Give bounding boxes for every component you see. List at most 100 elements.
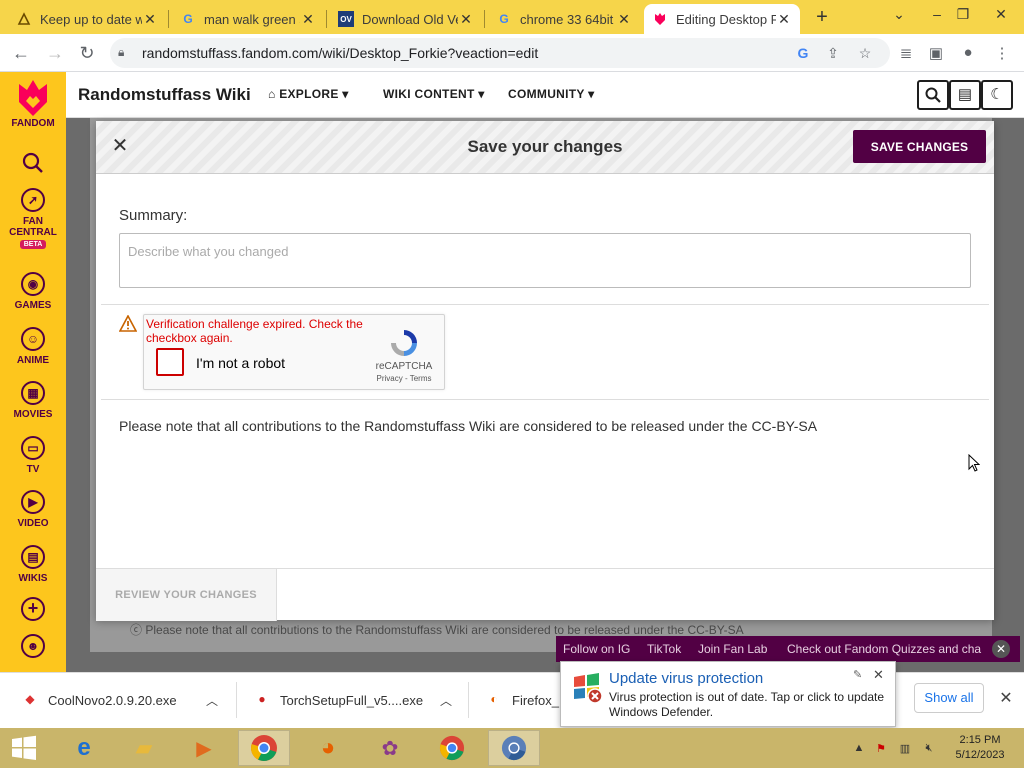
rail-item-video[interactable]: ▶ VIDEO [0,490,66,529]
tab-download-old-version[interactable]: OV Download Old Ve ✕ [330,4,482,34]
show-hidden-icons-chevron-icon[interactable]: ▲ [852,742,866,756]
chevron-up-icon[interactable]: ︿ [206,692,218,709]
clock-time: 2:15 PM [959,734,1001,746]
bookmark-star-icon[interactable]: ☆ [856,45,874,63]
rail-item-tv[interactable]: ▭ TV [0,436,66,475]
recaptcha-checkbox[interactable] [156,348,184,376]
network-icon[interactable]: ▥ [898,742,912,756]
close-icon[interactable]: ✕ [776,11,792,28]
chromium-icon [501,735,527,761]
footer-link-tiktok[interactable]: TikTok [647,642,681,656]
forward-button[interactable]: → [42,40,68,66]
divider [101,399,989,400]
nav-explore[interactable]: ⌂ EXPLORE ▾ [268,87,349,101]
tab-separator [168,10,169,28]
close-icon[interactable]: ✕ [992,640,1010,658]
fandom-tab-icon [16,11,32,27]
close-icon[interactable]: ✕ [458,11,474,28]
taskbar-chrome-alt[interactable] [426,730,478,766]
rocket-icon: ➚ [21,188,45,212]
footer-link-quizzes[interactable]: Check out Fandom Quizzes and cha [787,642,987,656]
volume-muted-icon[interactable]: 🔇︎ [922,742,936,756]
taskbar-clock[interactable]: 2:15 PM 5/12/2023 [948,733,1012,763]
theme-toggle-button[interactable]: ☾ [981,80,1013,110]
menu-kebab-icon[interactable]: ⋮ [992,44,1012,64]
summary-input[interactable] [119,233,971,288]
rail-item-wikis[interactable]: ▤ WIKIS [0,545,66,584]
tab-keep-up-to-date[interactable]: Keep up to date w ✕ [8,4,166,34]
taskbar-firefox[interactable]: ◕ [302,730,354,766]
tab-editing-desktop[interactable]: Editing Desktop F ✕ [644,4,800,34]
lock-icon[interactable]: 🔒︎ [118,45,134,61]
nav-community[interactable]: COMMUNITY ▾ [508,87,594,101]
clapperboard-icon: ▦ [21,381,45,405]
download-item-coolnovo[interactable]: ◆ CoolNovo2.0.9.20.exe ︿ [22,672,232,728]
close-icon[interactable]: ✕ [873,667,884,683]
windows-logo-icon [12,735,36,760]
download-filename: TorchSetupFull_v5....exe [280,692,424,708]
compass-icon: ⌂ [268,87,280,101]
taskbar-app-butterfly[interactable]: ✿ [364,730,416,766]
tab-search-chevron-icon[interactable]: ⌄ [882,0,916,30]
mouse-cursor-icon [968,454,980,472]
rail-item-anime[interactable]: ☺ ANIME [0,327,66,366]
window-close-button[interactable]: ✕ [984,0,1018,30]
reading-list-icon[interactable]: ≣ [896,44,916,64]
reload-button[interactable]: ↻ [74,40,100,66]
close-icon[interactable]: ✕ [142,11,158,28]
restore-button[interactable]: ❐ [946,0,980,30]
wiki-name[interactable]: Randomstuffass Wiki [78,85,251,105]
save-changes-button[interactable]: SAVE CHANGES [853,130,986,163]
background-license-text: Please note that all contributions to th… [145,623,744,637]
folder-icon: ▰ [135,735,153,760]
close-icon[interactable]: ✕ [300,11,316,28]
nav-wiki-content[interactable]: WIKI CONTENT ▾ [383,87,485,101]
defender-notification[interactable]: Update virus protection Virus protection… [560,661,896,727]
taskbar-internet-explorer[interactable]: e [58,730,110,766]
address-bar[interactable]: 🔒︎ randomstuffass.fandom.com/wiki/Deskto… [110,38,890,68]
download-item-torch[interactable]: ● TorchSetupFull_v5....exe ︿ [254,672,464,728]
rail-item-games[interactable]: ◉ GAMES [0,272,66,311]
rail-item-movies[interactable]: ▦ MOVIES [0,381,66,420]
url-text: randomstuffass.fandom.com/wiki/Desktop_F… [142,45,539,61]
play-icon: ▶ [21,490,45,514]
download-item-firefox[interactable]: ◐ Firefox_ [486,672,566,728]
show-all-downloads-button[interactable]: Show all [914,683,984,713]
chevron-up-icon[interactable]: ︿ [440,692,452,709]
profile-icon[interactable]: ● [958,44,978,64]
footer-link-fan-lab[interactable]: Join Fan Lab [698,642,767,656]
rail-create-button[interactable]: + [0,597,66,625]
taskbar-chromium[interactable] [488,730,540,766]
taskbar-media-player[interactable]: ▶ [178,730,230,766]
new-tab-button[interactable]: + [812,4,832,32]
tab-man-walk-green[interactable]: G man walk green s ✕ [172,4,324,34]
warning-icon [118,314,138,333]
share-icon[interactable]: ⇪ [824,45,842,63]
browser-toolbar: ← → ↻ 🔒︎ randomstuffass.fandom.com/wiki/… [0,34,1024,72]
start-button[interactable] [0,730,48,766]
rail-search[interactable] [0,152,66,174]
taskbar-chrome[interactable] [238,730,290,766]
side-panel-icon[interactable]: ▣ [926,44,946,64]
save-changes-dialog: ✕ Save your changes SAVE CHANGES Summary… [96,121,994,621]
back-button[interactable]: ← [8,40,34,66]
wiki-search-button[interactable] [917,80,949,110]
recaptcha-privacy-terms[interactable]: Privacy - Terms [372,374,436,383]
rail-label: GAMES [14,300,52,311]
close-icon[interactable]: ✕ [996,688,1016,708]
action-center-flag-icon[interactable]: ⚑ [874,742,888,756]
pin-icon[interactable]: ✎ [853,668,862,681]
close-icon[interactable]: ✕ [616,11,632,28]
plus-icon: + [21,597,45,621]
footer-link-instagram[interactable]: Follow on IG [563,642,630,656]
review-changes-button[interactable]: REVIEW YOUR CHANGES [96,569,277,621]
discussions-button[interactable]: ▤ [949,80,981,110]
rail-account-button[interactable]: ☻ [0,634,66,662]
taskbar-file-explorer[interactable]: ▰ [118,730,170,766]
search-icon [925,87,941,103]
tab-chrome-33[interactable]: G chrome 33 64bit v ✕ [488,4,640,34]
google-lens-icon[interactable]: G [794,45,812,63]
fandom-logo[interactable]: FANDOM [0,78,66,129]
rail-item-fan-central[interactable]: ➚ FAN CENTRAL BETA [0,188,66,249]
chrome-icon [439,735,465,761]
